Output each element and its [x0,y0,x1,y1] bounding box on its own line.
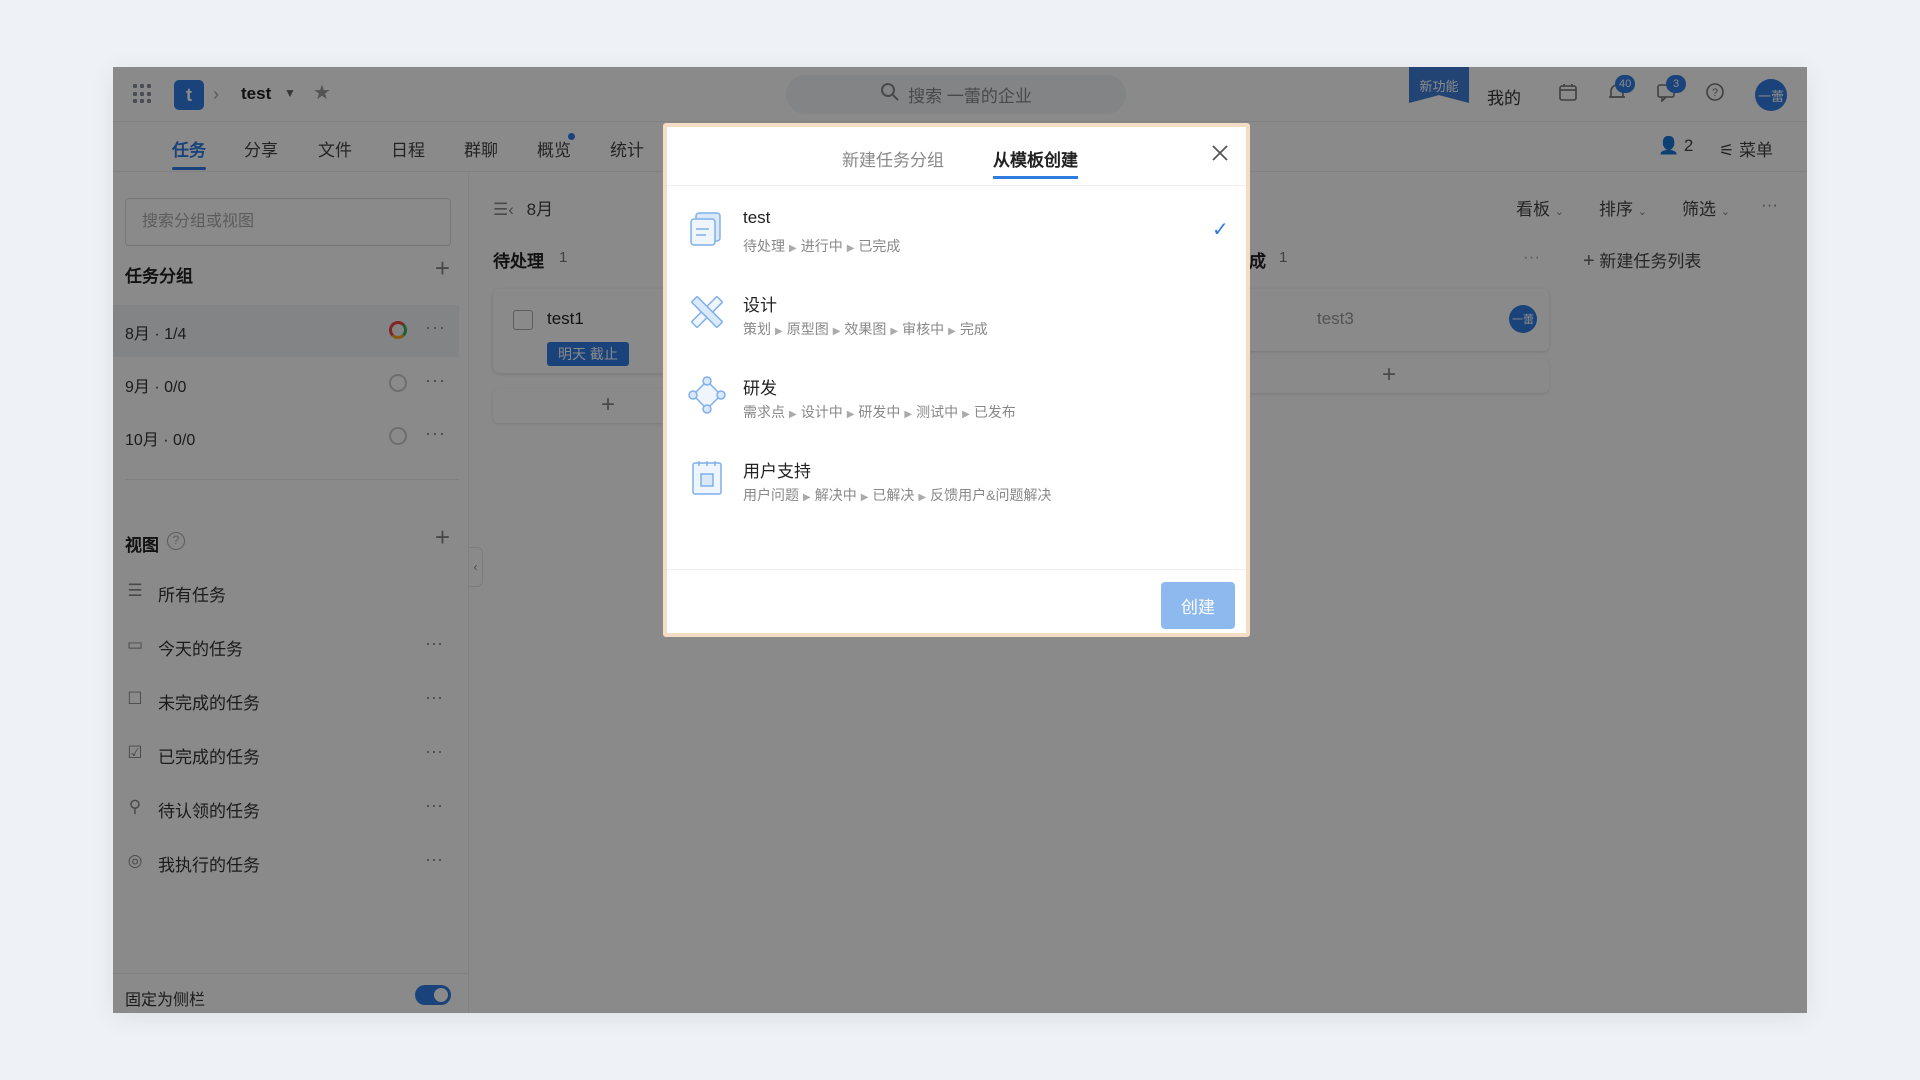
template-steps: 需求点 ▶ 设计中 ▶ 研发中 ▶ 测试中 ▶ 已发布 [743,404,1016,420]
template-step: 反馈用户&问题解决 [930,487,1052,503]
template-step: 解决中 [814,487,857,503]
template-step: 测试中 [916,404,959,420]
close-icon[interactable] [1210,143,1230,168]
template-item-support[interactable]: 用户支持 用户问题 ▶ 解决中 ▶ 已解决 ▶ 反馈用户&问题解决 [667,437,1246,520]
document-icon [687,209,727,249]
create-button[interactable]: 创建 [1161,582,1235,629]
template-step: 设计中 [800,404,843,420]
template-step: 研发中 [858,404,901,420]
template-name: 设计 [743,296,777,315]
template-item-test[interactable]: test 待处理 ▶ 进行中 ▶ 已完成 ✓ [667,188,1246,271]
template-step: 待处理 [743,238,785,254]
check-icon: ✓ [1212,219,1229,241]
modal-tabs: 新建任务分组 从模板创建 [667,127,1246,186]
new-group-modal: 新建任务分组 从模板创建 test 待处理 ▶ 进行中 ▶ 已完成 ✓ 设计 策划 ▶ 原型… [663,123,1250,637]
modal-footer: 创建 [667,569,1246,637]
template-step: 审核中 [902,321,945,337]
template-name: test [743,208,771,227]
template-steps: 策划 ▶ 原型图 ▶ 效果图 ▶ 审核中 ▶ 完成 [743,321,988,337]
template-step: 完成 [959,321,988,337]
template-steps: 用户问题 ▶ 解决中 ▶ 已解决 ▶ 反馈用户&问题解决 [743,487,1052,503]
template-steps: 待处理 ▶ 进行中 ▶ 已完成 [743,238,901,254]
template-step: 效果图 [844,321,887,337]
template-name: 研发 [743,379,777,398]
template-step: 原型图 [786,321,829,337]
template-item-design[interactable]: 设计 策划 ▶ 原型图 ▶ 效果图 ▶ 审核中 ▶ 完成 [667,271,1246,354]
network-icon [687,375,727,415]
tab-from-template[interactable]: 从模板创建 [993,146,1078,179]
notepad-icon [687,458,727,498]
template-step: 已发布 [973,404,1016,420]
template-step: 已完成 [858,238,901,254]
template-step: 用户问题 [743,487,799,503]
template-step: 已解决 [872,487,915,503]
template-name: 用户支持 [743,462,811,481]
template-item-dev[interactable]: 研发 需求点 ▶ 设计中 ▶ 研发中 ▶ 测试中 ▶ 已发布 [667,354,1246,437]
tab-new-group[interactable]: 新建任务分组 [842,146,944,171]
template-step: 进行中 [800,238,843,254]
template-step: 需求点 [743,404,785,420]
template-step: 策划 [743,321,771,337]
pencil-ruler-icon [687,292,727,332]
